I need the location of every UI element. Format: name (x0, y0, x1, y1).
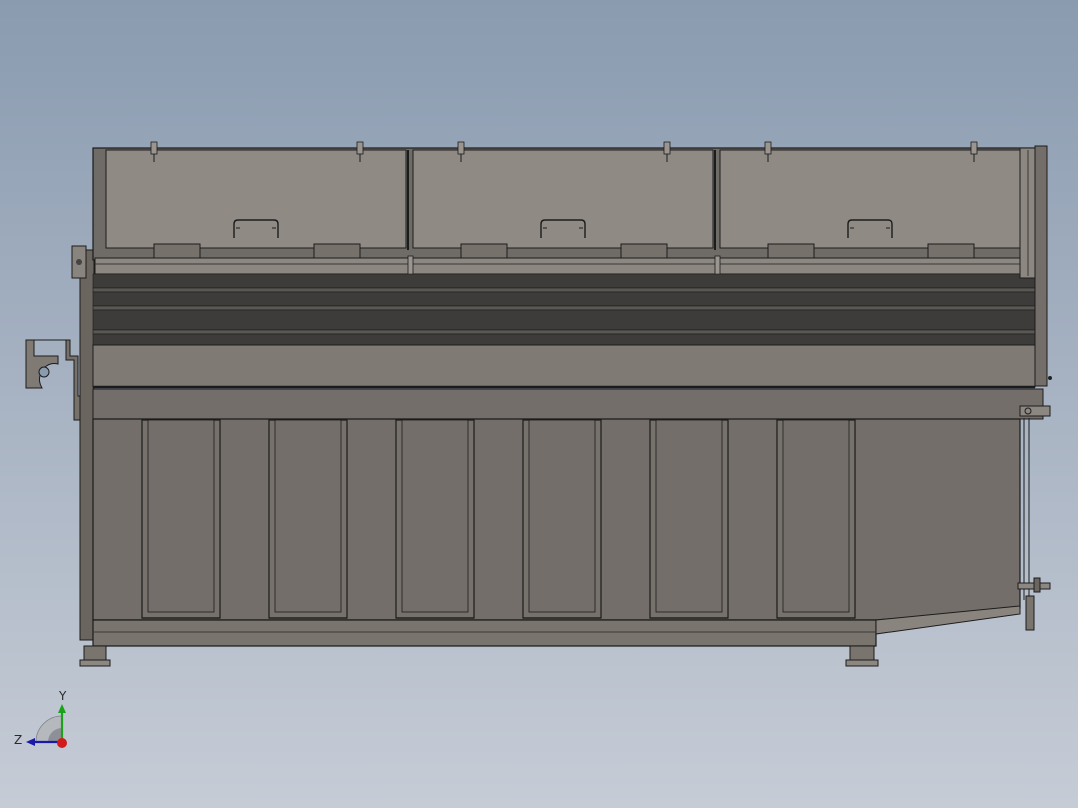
x-axis-icon (57, 738, 67, 748)
triad-y-label: Y (58, 689, 67, 703)
bottom-skid (92, 619, 877, 647)
cad-scene[interactable]: Y Z (0, 0, 1078, 808)
side-panel (395, 419, 475, 619)
left-post (79, 249, 95, 641)
left-latch-pin (76, 259, 82, 265)
triad-z-label: Z (14, 733, 22, 747)
side-panel (776, 419, 856, 619)
container-model[interactable] (25, 141, 1052, 667)
hinge-rail (94, 257, 1036, 275)
lids-group (105, 141, 1023, 265)
upper-stripes (92, 273, 1036, 346)
side-panel (268, 419, 348, 619)
lid-1[interactable] (105, 141, 409, 265)
side-panel (141, 419, 221, 619)
body-rail (92, 388, 1044, 420)
lid-2[interactable] (412, 141, 716, 265)
cad-viewport[interactable]: Y Z (0, 0, 1078, 808)
lid-3[interactable] (719, 141, 1023, 265)
side-panel (522, 419, 602, 619)
body-top-band (92, 344, 1036, 388)
side-panel (649, 419, 729, 619)
